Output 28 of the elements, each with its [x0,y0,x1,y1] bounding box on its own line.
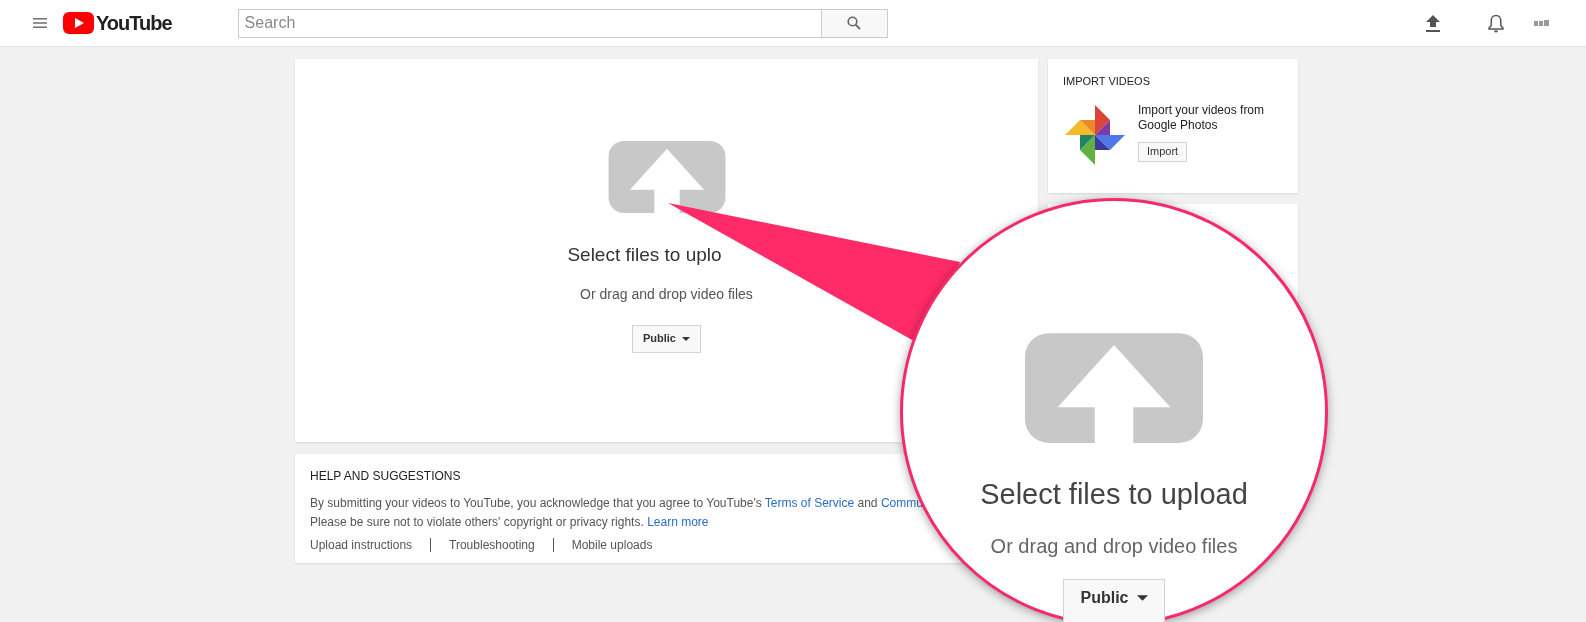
play-logo-icon[interactable] [63,12,94,34]
pinwheel-icon [1063,102,1127,167]
search-button[interactable] [821,8,888,38]
magnified-title: Select files to upload [980,477,1248,512]
magnified-privacy-dropdown[interactable]: Public [1063,578,1165,622]
help-nav-link[interactable]: Troubleshooting [449,536,535,554]
menu-icon[interactable] [33,18,47,28]
upload-title[interactable]: Select files to uplo [567,241,722,270]
help-nav-link[interactable]: Upload instructions [310,536,413,554]
help-link[interactable]: Learn more [647,515,709,529]
import-heading: IMPORT VIDEOS [1063,74,1151,89]
help-heading: HELP AND SUGGESTIONS [310,468,462,485]
caret-icon [682,336,690,341]
logo-text[interactable]: YouTube [96,8,172,38]
avatar-icon[interactable] [1534,19,1550,27]
magnified-subtitle: Or drag and drop video files [990,533,1238,559]
caret-icon [1136,594,1148,601]
upload-subtitle: Or drag and drop video files [580,284,753,304]
help-link[interactable]: Terms of Service [764,496,855,510]
bell-icon[interactable] [1488,13,1504,33]
help-nav-link[interactable]: Mobile uploads [571,536,653,554]
search-field[interactable]: Search [237,8,822,38]
import-text: Import your videos from Google Photos [1138,102,1266,133]
privacy-dropdown[interactable]: Public [632,324,701,353]
upload-arrow-icon[interactable] [1426,14,1440,32]
search-icon [847,16,862,30]
import-button[interactable]: Import [1138,141,1188,162]
help-link[interactable]: Commu [880,496,923,510]
